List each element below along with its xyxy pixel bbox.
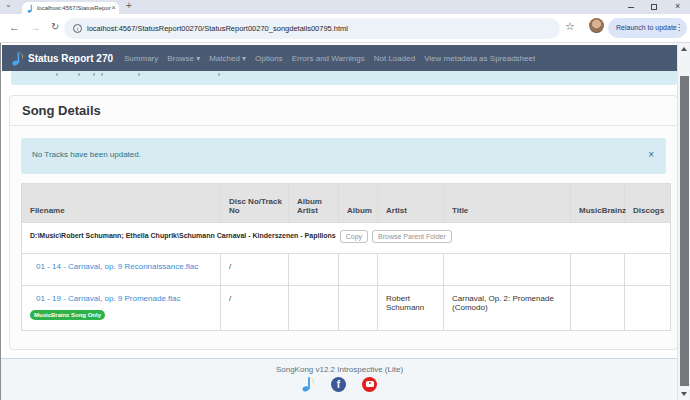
info-alert: No Tracks have been updated. × [21, 138, 666, 174]
page-title: Song Details [10, 96, 677, 126]
song-details-panel: Song Details No Tracks have been updated… [9, 95, 678, 350]
nav-item-view-metadata[interactable]: View metadata as Spreadsheet [424, 54, 535, 63]
browser-toolbar: ← → ↻ i localhost:4567/StatusReport00270… [0, 14, 690, 43]
col-album: Album [339, 184, 378, 223]
musicbrainz-song-only-badge: MusicBrainz Song Only [30, 310, 105, 320]
reload-icon[interactable]: ↻ [51, 21, 59, 32]
song-details-table: Filename Disc No/Track No Album Artist A… [21, 183, 671, 331]
col-artist: Artist [378, 184, 444, 223]
nav-item-errors-and-warnings[interactable]: Errors and Warnings [292, 54, 365, 63]
window-close-icon[interactable]: × [675, 1, 680, 12]
col-album-artist: Album Artist [289, 184, 339, 223]
cell-album [339, 254, 378, 286]
forward-icon[interactable]: → [30, 21, 41, 33]
song-file-link[interactable]: 01 - 14 - Carnaval, op. 9 Reconnaissance… [36, 262, 198, 271]
web-page: Status Report 270 Summary Browse ▾ Match… [0, 43, 690, 400]
scrolled-text-fragment [93, 73, 95, 76]
page-info-icon[interactable]: i [73, 24, 82, 33]
bookmark-star-icon[interactable]: ☆ [565, 20, 575, 33]
site-navbar: Status Report 270 Summary Browse ▾ Match… [2, 45, 678, 71]
nav-item-not-loaded[interactable]: Not Loaded [374, 54, 415, 63]
profile-avatar[interactable] [589, 18, 604, 33]
song-row: 01 - 19 - Carnaval, op. 9 Promenade.flac… [22, 286, 671, 331]
youtube-icon[interactable] [362, 377, 377, 392]
col-title: Title [444, 184, 571, 223]
nav-item-browse[interactable]: Browse ▾ [167, 54, 200, 63]
navbar-links: Summary Browse ▾ Matched ▾ Options Error… [124, 54, 535, 63]
cell-album-artist [289, 286, 339, 331]
song-file-link[interactable]: 01 - 19 - Carnaval, op. 9 Promenade.flac [36, 294, 181, 303]
scrolled-text-fragment [101, 73, 103, 76]
facebook-icon[interactable]: f [331, 377, 346, 392]
footer-icons: f [1, 376, 678, 392]
cell-artist: Robert Schumann [378, 286, 444, 331]
site-footer: SongKong v12.2 Introspective (Lite) f [1, 358, 678, 400]
scrolled-text-fragment [78, 73, 80, 76]
cell-album-artist [289, 254, 339, 286]
col-filename: Filename [22, 184, 221, 223]
nav-item-options[interactable]: Options [255, 54, 283, 63]
navbar-brand[interactable]: Status Report 270 [28, 53, 113, 64]
cell-discogs [625, 286, 671, 331]
cell-disc: / [221, 254, 289, 286]
tab-title: localhost:4567/StatusReport00 [37, 5, 111, 11]
window-controls: × [620, 0, 690, 14]
cell-musicbrainz [571, 254, 625, 286]
tab-favicon-music-note-icon [27, 4, 35, 13]
folder-path-row: D:\Music\Robert Schumann; Ethella Chupri… [22, 223, 671, 254]
scrollbar-down-icon[interactable] [681, 392, 687, 396]
browse-parent-folder-button[interactable]: Browse Parent Folder [372, 230, 452, 243]
song-row: 01 - 14 - Carnaval, op. 9 Reconnaissance… [22, 254, 671, 286]
scrollbar-thumb[interactable] [680, 76, 689, 386]
songkong-icon[interactable] [302, 376, 315, 392]
footer-version-text: SongKong v12.2 Introspective (Lite) [1, 359, 678, 374]
browser-window: ⌄ localhost:4567/StatusReport00 × + × ← … [0, 0, 690, 400]
scrolled-alert-strip [11, 71, 677, 85]
cell-title [444, 254, 571, 286]
window-maximize-icon[interactable] [651, 4, 657, 10]
alert-close-icon[interactable]: × [648, 150, 654, 160]
page-scrollbar[interactable] [677, 43, 690, 400]
col-disc-no: Disc No/Track No [221, 184, 289, 223]
browser-menu-icon[interactable]: ⋮ [675, 18, 683, 38]
cell-album [339, 286, 378, 331]
copy-button[interactable]: Copy [340, 230, 368, 243]
relaunch-to-update-button[interactable]: Relaunch to update ⋮ [608, 18, 687, 38]
cell-musicbrainz [571, 286, 625, 331]
songkong-logo-icon [12, 51, 24, 66]
scrolled-text-fragment [218, 73, 220, 76]
address-bar[interactable]: i localhost:4567/StatusReport00270/Statu… [64, 18, 560, 39]
url-text[interactable]: localhost:4567/StatusReport00270/StatusR… [87, 18, 348, 39]
tab-search-chevron-icon[interactable]: ⌄ [5, 0, 12, 9]
nav-item-summary[interactable]: Summary [124, 54, 158, 63]
col-discogs: Discogs [625, 184, 671, 223]
alert-text: No Tracks have been updated. [32, 150, 141, 159]
cell-artist [378, 254, 444, 286]
scrollbar-up-icon[interactable] [681, 47, 687, 51]
cell-disc: / [221, 286, 289, 331]
nav-item-matched[interactable]: Matched ▾ [209, 54, 246, 63]
window-minimize-icon[interactable] [628, 7, 634, 8]
folder-path: D:\Music\Robert Schumann; Ethella Chupri… [30, 232, 336, 239]
tab-strip: ⌄ localhost:4567/StatusReport00 × + × [0, 0, 690, 14]
panel-body: No Tracks have been updated. × Filename … [10, 126, 677, 331]
cell-discogs [625, 254, 671, 286]
scrolled-text-fragment [138, 73, 140, 76]
back-icon[interactable]: ← [9, 21, 20, 33]
relaunch-label: Relaunch to update [616, 18, 677, 38]
tab-close-icon[interactable]: × [111, 3, 116, 13]
scrolled-text-fragment [56, 73, 58, 76]
new-tab-button[interactable]: + [126, 0, 132, 11]
browser-tab[interactable]: localhost:4567/StatusReport00 × [22, 2, 119, 14]
table-header-row: Filename Disc No/Track No Album Artist A… [22, 184, 671, 223]
col-musicbrainz: MusicBrainz [571, 184, 625, 223]
cell-title: Carnaval, Op. 2: Promenade (Comodo) [444, 286, 571, 331]
